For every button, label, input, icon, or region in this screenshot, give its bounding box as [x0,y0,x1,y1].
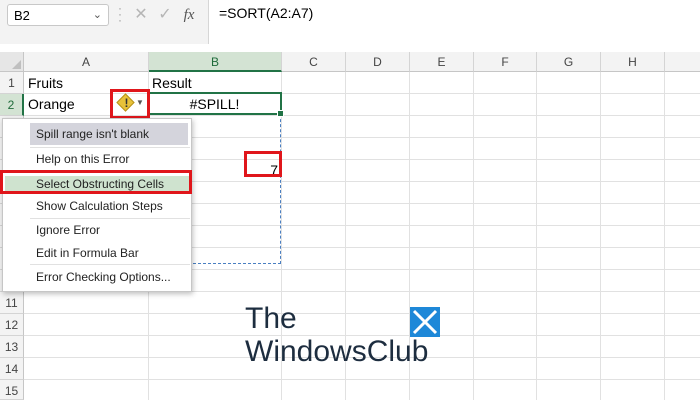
column-header-g[interactable]: G [537,52,601,72]
name-box[interactable]: B2 ⌄ [7,4,109,26]
cell-a1[interactable]: Fruits [28,72,63,94]
formula-input[interactable]: =SORT(A2:A7) [208,0,700,44]
menu-item-error-checking-options[interactable]: Error Checking Options... [36,270,171,284]
obstructing-cell-highlight [244,151,282,177]
watermark-logo: The WindowsClub [245,302,445,372]
chevron-down-icon[interactable]: ⌄ [93,8,102,21]
active-cell-selection [148,92,284,117]
menu-item-ignore-error[interactable]: Ignore Error [36,223,100,237]
cell-a2[interactable]: Orange [28,93,75,115]
more-options-icon[interactable]: · · · [118,2,122,26]
column-header-a[interactable]: A [24,52,149,72]
column-header-f[interactable]: F [474,52,537,72]
column-header-c[interactable]: C [282,52,346,72]
name-box-value: B2 [14,8,30,23]
watermark-line-2: WindowsClub [245,335,429,368]
column-header-h[interactable]: H [601,52,665,72]
gridline [536,72,537,400]
gridline [664,72,665,400]
column-header-d[interactable]: D [346,52,410,72]
enter-icon[interactable]: ✓ [154,4,176,26]
row-header-13[interactable]: 13 [0,336,24,358]
gridline [24,379,700,380]
select-all-button[interactable] [0,52,24,72]
column-header-e[interactable]: E [410,52,474,72]
row-header-11[interactable]: 11 [0,292,24,314]
menu-item-outline-highlight [0,170,192,194]
watermark-line-1: The [245,302,297,335]
menu-separator [30,264,190,265]
row-header-12[interactable]: 12 [0,314,24,336]
gridline [473,72,474,400]
error-context-menu: Spill range isn't blank Help on this Err… [2,118,192,292]
menu-separator [30,218,190,219]
insert-function-icon[interactable]: fx [178,4,200,26]
row-header-2[interactable]: 2 [0,94,24,116]
menu-item-edit-in-formula-bar[interactable]: Edit in Formula Bar [36,246,139,260]
menu-item-show-calculation-steps[interactable]: Show Calculation Steps [36,199,163,213]
menu-item-help-on-error[interactable]: Help on this Error [36,152,129,166]
row-header-1[interactable]: 1 [0,72,24,94]
cell-b1[interactable]: Result [152,72,192,94]
windows-club-icon [410,307,440,337]
column-header-b[interactable]: B [149,52,282,72]
row-header-14[interactable]: 14 [0,358,24,380]
formula-bar: B2 ⌄ · · · ✕ ✓ fx =SORT(A2:A7) [0,0,700,44]
cancel-icon[interactable]: ✕ [130,4,152,26]
error-button-highlight [110,89,150,119]
gridline [600,72,601,400]
menu-title: Spill range isn't blank [36,127,150,141]
formula-text: =SORT(A2:A7) [219,5,314,21]
menu-separator [30,147,190,148]
row-header-15[interactable]: 15 [0,380,24,400]
column-header-i[interactable] [665,52,700,72]
